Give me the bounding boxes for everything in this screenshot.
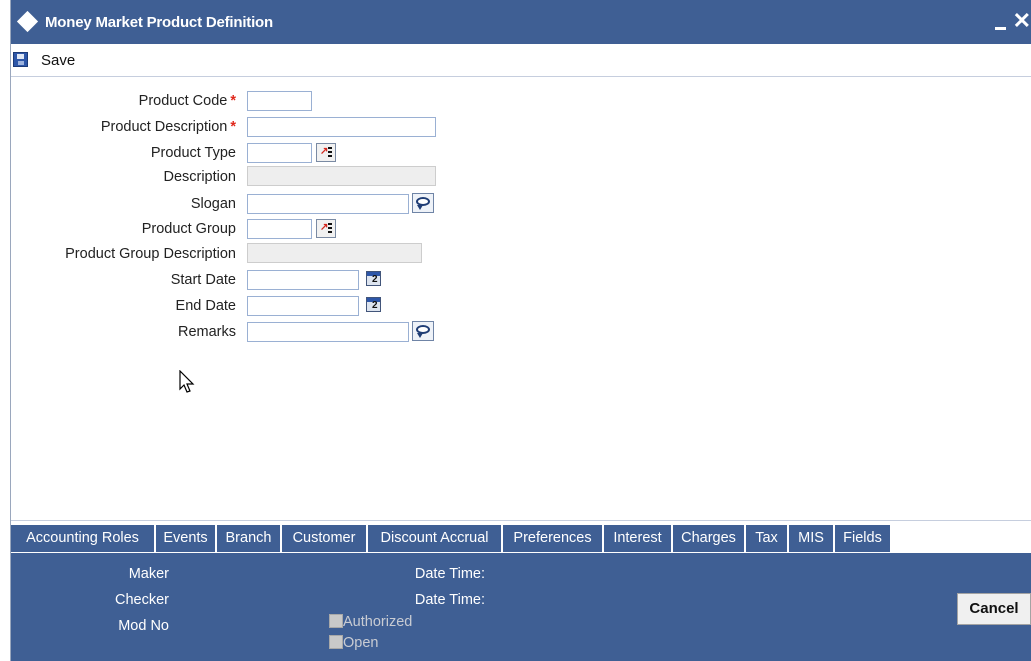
tab-preferences[interactable]: Preferences (503, 525, 604, 552)
tab-bar: Accounting Roles Events Branch Customer … (11, 520, 1031, 552)
open-label: Open (343, 635, 379, 651)
row-end-date: End Date 2 (11, 295, 511, 317)
product-code-label: Product Code * (138, 93, 236, 109)
description-field (247, 166, 436, 186)
open-checkbox-row: Open (329, 635, 439, 651)
row-start-date: Start Date 2 (11, 269, 511, 291)
tab-accounting-roles[interactable]: Accounting Roles (11, 525, 156, 552)
description-label: Description (163, 169, 236, 185)
open-checkbox (329, 635, 343, 649)
lov-list-icon (328, 147, 332, 159)
slogan-label: Slogan (190, 196, 236, 212)
product-group-lov-button[interactable]: ↗ (316, 219, 336, 238)
start-date-input[interactable] (247, 270, 359, 290)
row-product-type: Product Type ↗ (11, 142, 511, 164)
authorized-checkbox (329, 614, 343, 628)
window-title: Money Market Product Definition (45, 14, 273, 31)
product-group-label: Product Group (141, 221, 236, 237)
row-slogan: Slogan (11, 193, 511, 215)
checker-date-time-label: Date Time: (414, 592, 485, 608)
title-bar: Money Market Product Definition ✕ (11, 0, 1031, 44)
save-button[interactable]: Save (41, 52, 75, 69)
product-type-lov-button[interactable]: ↗ (316, 143, 336, 162)
mod-no-label: Mod No (118, 618, 169, 634)
tab-tax[interactable]: Tax (746, 525, 789, 552)
product-description-input[interactable] (247, 117, 436, 137)
lov-list-icon (328, 223, 332, 235)
product-group-description-field (247, 243, 422, 263)
product-code-input[interactable] (247, 91, 312, 111)
save-disk-icon[interactable] (13, 52, 28, 67)
app-window: Money Market Product Definition ✕ Save P… (10, 0, 1031, 661)
tab-branch[interactable]: Branch (217, 525, 282, 552)
row-product-group: Product Group ↗ (11, 218, 511, 240)
remarks-label: Remarks (177, 324, 236, 340)
product-type-label: Product Type (150, 145, 236, 161)
tab-fields[interactable]: Fields (835, 525, 892, 552)
maker-label: Maker (128, 566, 169, 582)
cancel-button[interactable]: Cancel (957, 593, 1031, 625)
toolbar: Save (11, 44, 1031, 77)
close-icon[interactable]: ✕ (1013, 10, 1031, 32)
diamond-icon (16, 10, 39, 33)
start-date-label: Start Date (170, 272, 236, 288)
product-group-description-label: Product Group Description (65, 246, 236, 262)
product-type-input[interactable] (247, 143, 312, 163)
authorized-label: Authorized (343, 614, 413, 630)
row-remarks: Remarks (11, 321, 511, 343)
maker-date-time-label: Date Time: (414, 566, 485, 582)
authorized-checkbox-row: Authorized (329, 614, 439, 630)
tab-charges[interactable]: Charges (673, 525, 746, 552)
end-date-calendar-button[interactable]: 2 (364, 295, 384, 315)
row-product-group-description: Product Group Description (11, 243, 511, 265)
slogan-input[interactable] (247, 194, 409, 214)
tab-customer[interactable]: Customer (282, 525, 368, 552)
audit-footer: Maker Checker Mod No Date Time: Date Tim… (11, 553, 1031, 661)
tab-mis[interactable]: MIS (789, 525, 835, 552)
slogan-text-button[interactable] (412, 193, 434, 213)
row-product-code: Product Code * (11, 90, 511, 112)
product-group-input[interactable] (247, 219, 312, 239)
tab-interest[interactable]: Interest (604, 525, 673, 552)
mouse-pointer-icon (179, 370, 195, 393)
product-description-label: Product Description * (100, 119, 236, 135)
row-product-description: Product Description * (11, 116, 511, 138)
minimize-icon[interactable] (995, 16, 1009, 30)
end-date-input[interactable] (247, 296, 359, 316)
required-marker: * (230, 119, 236, 135)
remarks-text-button[interactable] (412, 321, 434, 341)
row-description: Description (11, 166, 511, 188)
tab-events[interactable]: Events (156, 525, 217, 552)
end-date-label: End Date (175, 298, 236, 314)
required-marker: * (230, 93, 236, 109)
checker-label: Checker (115, 592, 169, 608)
start-date-calendar-button[interactable]: 2 (364, 269, 384, 289)
tab-discount-accrual[interactable]: Discount Accrual (368, 525, 503, 552)
remarks-input[interactable] (247, 322, 409, 342)
